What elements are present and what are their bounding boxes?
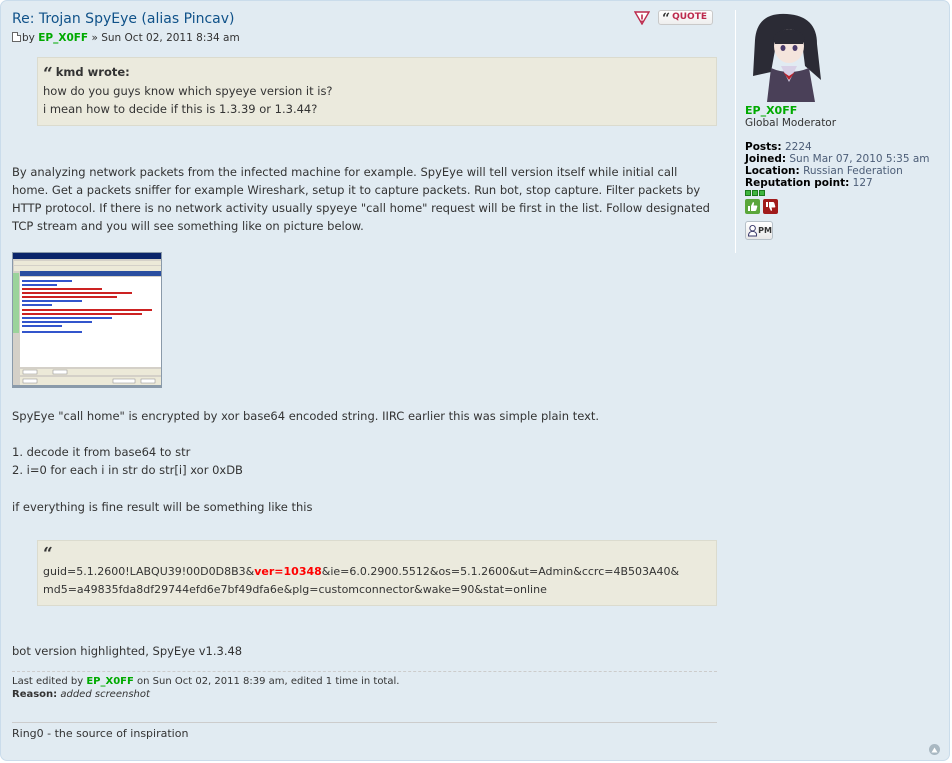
date-separator: » <box>91 32 98 44</box>
body-paragraph: By analyzing network packets from the in… <box>12 165 710 233</box>
highlighted-version: ver=10348 <box>254 565 322 578</box>
pm-button[interactable]: PM <box>745 221 773 240</box>
quote-mark-icon: “ <box>43 64 53 84</box>
profile-location-label: Location: <box>745 165 800 177</box>
pm-icon <box>748 224 758 237</box>
back-to-top-icon <box>931 747 938 752</box>
quote-block: “kmd wrote: how do you guys know which s… <box>37 57 717 126</box>
quote-line: how do you guys know which spyeye versio… <box>43 84 333 98</box>
avatar-image <box>745 10 827 102</box>
wireshark-screenshot-image <box>13 253 161 385</box>
quote-line: i mean how to decide if this is 1.3.39 o… <box>43 102 318 116</box>
post-title[interactable]: Re: Trojan SpyEye (alias Pincav) <box>12 10 717 28</box>
back-to-top-button[interactable] <box>929 744 940 755</box>
post-date: Sun Oct 02, 2011 8:34 am <box>101 32 240 44</box>
edit-reason: Reason: added screenshot <box>12 688 717 701</box>
profile-joined: Joined: Sun Mar 07, 2010 5:35 am <box>745 153 949 165</box>
post-author-link[interactable]: EP_X0FF <box>38 32 88 44</box>
post-profile: EP_X0FF Global Moderator Posts: 2224 Joi… <box>735 10 949 253</box>
edit-notice: Last edited by EP_X0FF on Sun Oct 02, 20… <box>12 671 717 701</box>
quote-code-line: md5=a49835fda8df29744efd6e7bf49dfa6e&plg… <box>43 583 547 596</box>
quote-author: kmd wrote: <box>55 65 130 79</box>
quote-cite: “kmd wrote: <box>43 64 708 84</box>
edit-reason-label: Reason: <box>12 689 58 700</box>
profile-location-value: Russian Federation <box>803 165 903 177</box>
profile-location: Location: Russian Federation <box>745 165 949 177</box>
thumbnail-underline <box>12 386 162 388</box>
screenshot-thumbnail-wrap <box>12 252 717 388</box>
reputation-bar <box>745 190 949 196</box>
body-step: 1. decode it from base64 to str <box>12 445 191 459</box>
reputation-block <box>745 190 751 196</box>
profile-joined-label: Joined: <box>745 153 787 165</box>
reputation-block <box>752 190 758 196</box>
edit-reason-text: added screenshot <box>60 689 150 700</box>
screenshot-thumbnail[interactable] <box>12 252 162 386</box>
rate-up-button[interactable] <box>745 199 760 214</box>
profile-reputation: Reputation point: 127 <box>745 177 949 189</box>
post-content: “kmd wrote: how do you guys know which s… <box>12 57 717 660</box>
avatar[interactable] <box>745 10 827 102</box>
profile-rank: Global Moderator <box>745 117 837 129</box>
profile-reputation-label: Reputation point: <box>745 177 850 189</box>
rate-buttons <box>745 199 949 214</box>
profile-reputation-value: 127 <box>852 177 873 189</box>
edit-notice-line: Last edited by EP_X0FF on Sun Oct 02, 20… <box>12 675 717 688</box>
edit-notice-prefix: Last edited by <box>12 676 84 687</box>
rate-down-button[interactable] <box>763 199 778 214</box>
rate-up-icon <box>748 202 758 211</box>
edit-notice-suffix: on Sun Oct 02, 2011 8:39 am, edited 1 ti… <box>137 676 400 687</box>
post-container: “ QUOTE Re: Trojan SpyEye (alias Pincav)… <box>0 0 950 761</box>
profile-posts-label: Posts: <box>745 141 782 153</box>
body-paragraph: if everything is fine result will be som… <box>12 500 313 514</box>
by-label: by <box>22 32 35 44</box>
profile-posts-value[interactable]: 2224 <box>785 141 812 153</box>
profile-posts: Posts: 2224 <box>745 141 949 153</box>
post-icon[interactable] <box>12 32 21 42</box>
body-paragraph: bot version highlighted, SpyEye v1.3.48 <box>12 644 243 658</box>
pm-button-label: PM <box>758 225 772 235</box>
post-author-line: by EP_X0FF » Sun Oct 02, 2011 8:34 am <box>12 31 717 45</box>
post-body: Re: Trojan SpyEye (alias Pincav) by EP_X… <box>12 10 717 742</box>
edit-author-link[interactable]: EP_X0FF <box>86 676 134 687</box>
body-step: 2. i=0 for each i in str do str[i] xor 0… <box>12 463 243 477</box>
body-paragraph: SpyEye "call home" is encrypted by xor b… <box>12 409 600 423</box>
quote-code-text: &ie=6.0.2900.5512&os=5.1.2600&ut=Admin&c… <box>321 565 680 578</box>
rate-down-icon <box>766 202 776 211</box>
quote-code-line: guid=5.1.2600!LABQU39!00D0D8B3&ver=10348… <box>43 563 708 581</box>
profile-username[interactable]: EP_X0FF <box>745 105 949 117</box>
quote-code-text: guid=5.1.2600!LABQU39!00D0D8B3& <box>43 565 255 578</box>
profile-joined-value: Sun Mar 07, 2010 5:35 am <box>789 153 930 165</box>
reputation-block <box>759 190 765 196</box>
signature: Ring0 - the source of inspiration <box>12 722 717 742</box>
code-quote-block: “ guid=5.1.2600!LABQU39!00D0D8B3&ver=103… <box>37 540 717 606</box>
quote-mark-icon: “ <box>43 544 53 564</box>
